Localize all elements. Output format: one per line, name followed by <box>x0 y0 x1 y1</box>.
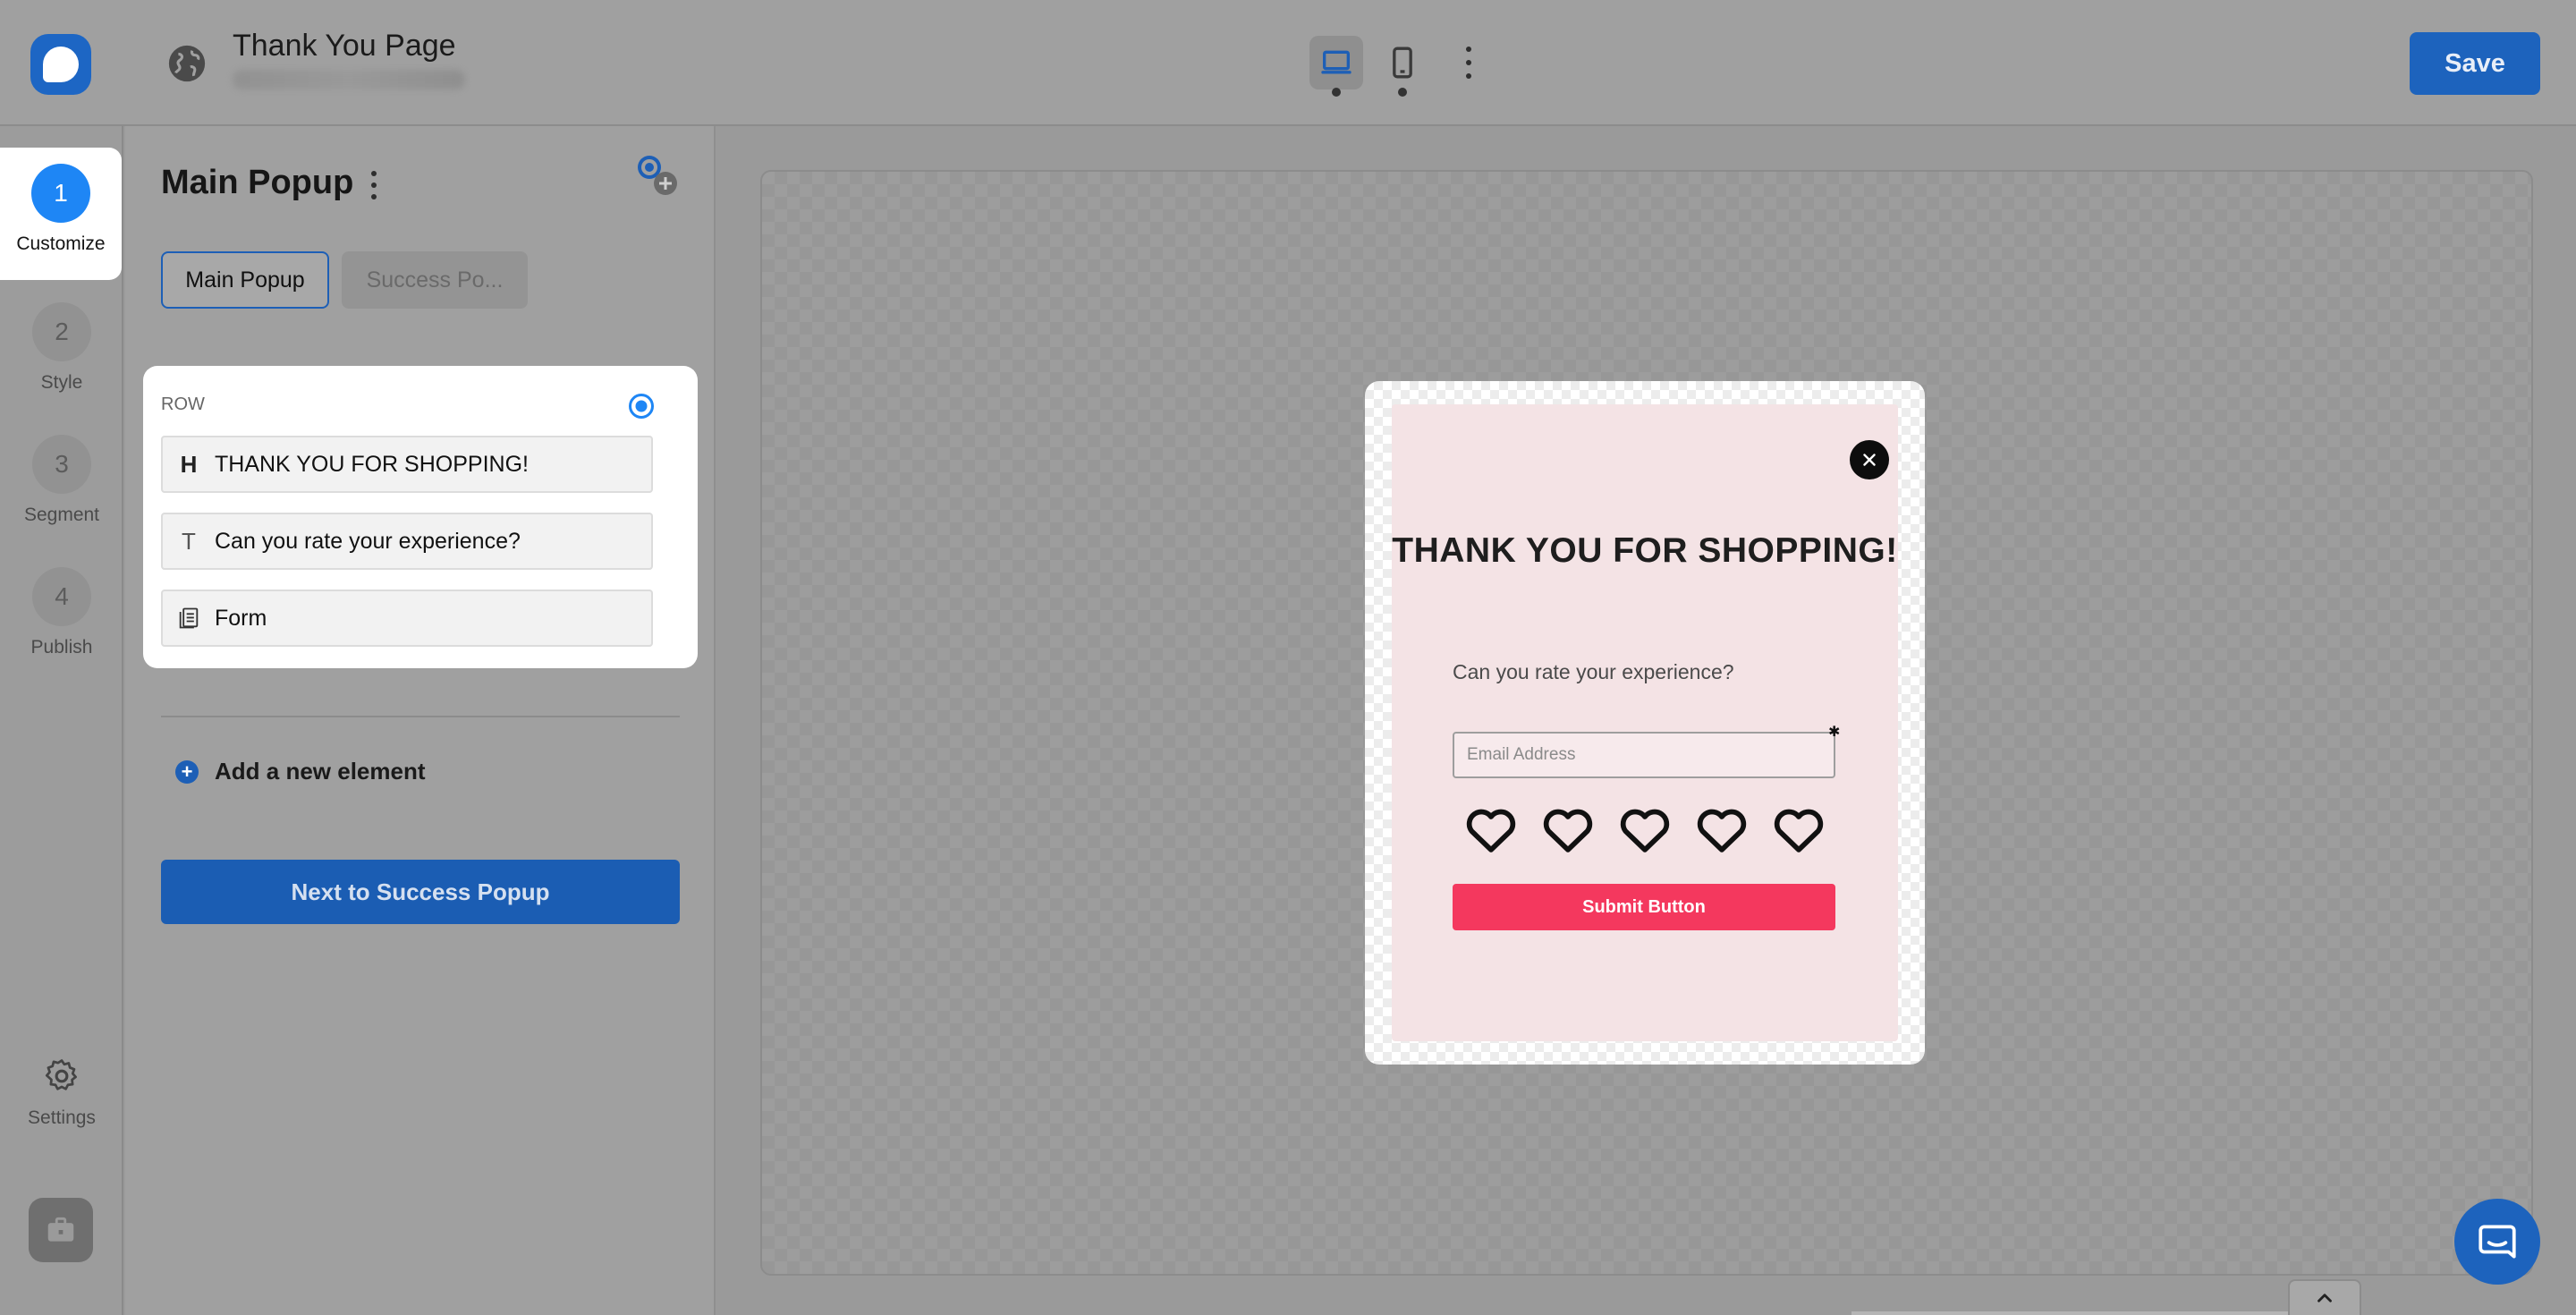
popup-subtext[interactable]: Can you rate your experience? <box>1453 660 1734 684</box>
step-number: 4 <box>32 567 91 626</box>
row-label: ROW <box>161 394 205 414</box>
divider <box>161 716 680 717</box>
popup-preview-frame: THANK YOU FOR SHOPPING! Can you rate you… <box>1365 381 1925 1065</box>
laptop-icon <box>1321 50 1352 74</box>
step-publish[interactable]: 4 Publish <box>0 567 123 658</box>
globe-icon[interactable] <box>166 43 208 84</box>
step-segment[interactable]: 3 Segment <box>0 435 123 526</box>
bottom-drawer-edge <box>1852 1311 2299 1315</box>
tab-success-popup[interactable]: Success Po... <box>342 251 528 309</box>
row-item-form[interactable]: Form <box>161 590 653 647</box>
heart-icon[interactable] <box>1694 802 1750 858</box>
step-number: 3 <box>32 435 91 494</box>
settings-label: Settings <box>28 1107 96 1128</box>
add-element-label: Add a new element <box>215 758 426 785</box>
heading-icon: H <box>180 450 198 478</box>
step-label: Segment <box>23 505 100 525</box>
row-item-label: Form <box>215 605 267 631</box>
text-icon: T <box>182 527 196 555</box>
add-target-icon[interactable] <box>631 149 685 203</box>
step-label: Customize <box>16 233 106 254</box>
required-asterisk-icon: ✱ <box>1828 725 1841 740</box>
heart-icon[interactable] <box>1771 802 1826 858</box>
desktop-view-button[interactable] <box>1309 36 1363 89</box>
popup-preview[interactable]: THANK YOU FOR SHOPPING! Can you rate you… <box>1392 404 1898 1041</box>
tab-main-popup[interactable]: Main Popup <box>161 251 329 309</box>
close-icon[interactable] <box>1850 440 1889 479</box>
target-icon[interactable] <box>628 393 655 420</box>
heart-icon[interactable] <box>1463 802 1519 858</box>
top-bar: Thank You Page Save <box>0 0 2576 126</box>
plus-circle-icon: + <box>175 759 199 784</box>
chat-icon <box>2479 1225 2516 1259</box>
steps-rail: 1 Customize 2 Style 3 Segment 4 Publish … <box>0 126 123 1315</box>
active-device-indicator <box>1332 88 1341 97</box>
page-title: Thank You Page <box>233 29 456 63</box>
app-logo[interactable] <box>30 34 91 95</box>
save-button[interactable]: Save <box>2410 32 2540 95</box>
mobile-view-button[interactable] <box>1376 36 1429 89</box>
step-label: Publish <box>30 637 93 658</box>
gear-icon <box>45 1059 77 1090</box>
add-element-button[interactable]: + Add a new element <box>175 758 426 785</box>
submit-button[interactable]: Submit Button <box>1453 884 1835 930</box>
form-icon <box>163 606 215 631</box>
step-style[interactable]: 2 Style <box>0 302 123 394</box>
kebab-menu-icon[interactable] <box>365 171 383 199</box>
heart-icon[interactable] <box>1617 802 1673 858</box>
phone-icon <box>1393 47 1412 79</box>
chat-launcher[interactable] <box>2454 1199 2540 1285</box>
step-number: 2 <box>32 302 91 361</box>
next-to-success-button[interactable]: Next to Success Popup <box>161 860 680 924</box>
workspace-button[interactable] <box>29 1198 93 1262</box>
device-indicator <box>1398 88 1407 97</box>
row-card[interactable]: ROW H THANK YOU FOR SHOPPING! T Can you … <box>143 366 698 668</box>
more-options-icon[interactable] <box>1453 47 1485 79</box>
step-label: Style <box>40 372 83 393</box>
editor-panel: Main Popup Main Popup Success Po... ROW … <box>125 126 716 1315</box>
page-url-blurred <box>233 70 465 89</box>
drawer-toggle[interactable] <box>2288 1279 2361 1315</box>
step-customize[interactable]: 1 Customize <box>0 148 122 280</box>
panel-title: Main Popup <box>161 164 354 201</box>
heart-icon[interactable] <box>1540 802 1596 858</box>
row-item-label: THANK YOU FOR SHOPPING! <box>215 451 529 477</box>
settings-button[interactable]: Settings <box>0 1056 123 1129</box>
briefcase-icon <box>47 1217 74 1242</box>
row-item-heading[interactable]: H THANK YOU FOR SHOPPING! <box>161 436 653 493</box>
email-field[interactable] <box>1453 732 1835 778</box>
popup-heading[interactable]: THANK YOU FOR SHOPPING! <box>1392 530 1898 573</box>
row-item-text[interactable]: T Can you rate your experience? <box>161 513 653 570</box>
chevron-up-icon <box>2318 1294 2332 1302</box>
heart-rating[interactable] <box>1453 787 1837 873</box>
step-number: 1 <box>31 164 90 223</box>
row-item-label: Can you rate your experience? <box>215 528 521 554</box>
